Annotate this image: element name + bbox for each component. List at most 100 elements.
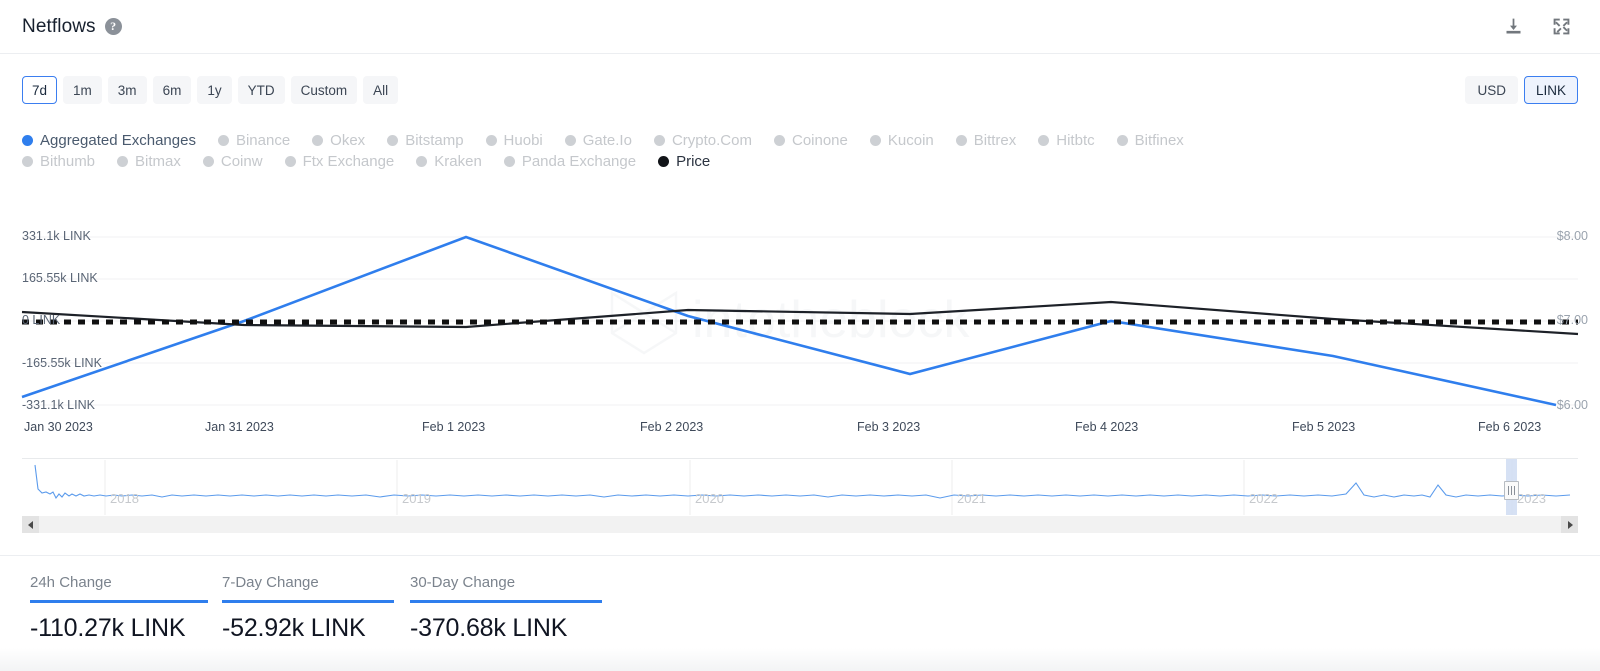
main-chart[interactable]: intotheblock 331.1k LINK 165.55k LINK 0 … — [0, 215, 1600, 445]
legend-item-bithumb[interactable]: Bithumb — [22, 153, 95, 170]
navigator-year-2023: 2023 — [1517, 491, 1546, 506]
range-button-ytd[interactable]: YTD — [237, 76, 285, 104]
unit-button-link[interactable]: LINK — [1523, 76, 1578, 104]
xaxis-tick-7: Feb 6 2023 — [1478, 420, 1542, 434]
stat-value: -52.92k LINK — [222, 613, 366, 642]
legend-item-bitstamp[interactable]: Bitstamp — [387, 132, 464, 149]
range-button-1y[interactable]: 1y — [197, 76, 232, 104]
xaxis-tick-0: Jan 30 2023 — [24, 420, 93, 434]
legend-item-binance[interactable]: Binance — [217, 132, 290, 149]
legend-item-hitbtc[interactable]: Hitbtc — [1038, 132, 1095, 149]
stat-value: -370.68k LINK — [410, 613, 568, 642]
legend-label: Bitstamp — [405, 132, 464, 149]
legend-dot-icon — [503, 156, 515, 167]
unit-toggle: USD LINK — [1465, 76, 1578, 104]
download-icon[interactable] — [1496, 10, 1530, 44]
svg-text:intotheblock: intotheblock — [692, 291, 971, 349]
legend-label: Ftx Exchange — [302, 153, 395, 170]
xaxis-tick-2: Feb 1 2023 — [422, 420, 486, 434]
legend-dot-icon — [387, 135, 399, 146]
legend-item-coinone[interactable]: Coinone — [773, 132, 848, 149]
yaxis-right-tick-0: $8.00 — [1556, 229, 1588, 243]
range-button-1m[interactable]: 1m — [63, 76, 102, 104]
legend-item-coinw[interactable]: Coinw — [202, 153, 263, 170]
yaxis-left-tick-2: 0 LINK — [22, 313, 61, 327]
legend-dot-icon — [217, 135, 229, 146]
legend-dot-icon — [955, 135, 967, 146]
legend-dot-icon — [773, 135, 785, 146]
yaxis-left-tick-0: 331.1k LINK — [22, 229, 91, 243]
range-button-custom[interactable]: Custom — [290, 76, 358, 104]
legend-dot-icon — [117, 156, 129, 167]
legend-label: Bithumb — [40, 153, 96, 170]
yaxis-left-tick-1: 165.55k LINK — [22, 271, 98, 285]
legend-label: Kucoin — [887, 132, 934, 149]
legend-label: Aggregated Exchanges — [40, 132, 196, 149]
legend-label: Kraken — [434, 153, 482, 170]
legend-dot-icon — [485, 135, 497, 146]
legend-item-kucoin[interactable]: Kucoin — [869, 132, 934, 149]
legend-dot-icon — [284, 156, 296, 167]
question-mark-icon[interactable]: ? — [104, 18, 122, 35]
legend-item-huobi[interactable]: Huobi — [485, 132, 543, 149]
netflows-chart-panel: Netflows ? 7d 1m 3m 6m 1y YTD Custom All USD LIN… — [0, 0, 1600, 671]
yaxis-left-tick-4: -331.1k LINK — [22, 398, 95, 412]
xaxis-tick-1: Jan 31 2023 — [205, 420, 274, 434]
range-button-7d[interactable]: 7d — [22, 76, 58, 104]
scrollbar-track[interactable] — [39, 516, 1561, 533]
xaxis: Jan 30 2023 Jan 31 2023 Feb 1 2023 Feb 2 20… — [0, 420, 1600, 444]
legend-label: Bitmax — [135, 153, 181, 170]
legend-label: Bitfinex — [1134, 132, 1184, 149]
navigator-resize-grip[interactable] — [1504, 481, 1519, 500]
navigator-preview[interactable]: 2018 2019 2020 2021 2022 2023 — [22, 458, 1578, 515]
legend-label: Coinw — [220, 153, 263, 170]
legend-item-price[interactable]: Price — [658, 153, 710, 170]
legend-dot-icon — [658, 156, 670, 167]
stat-underline — [410, 600, 602, 603]
legend-item-bittrex[interactable]: Bittrex — [955, 132, 1017, 149]
legend-item-panda-exchange[interactable]: Panda Exchange — [503, 153, 637, 170]
navigator-year-2021: 2021 — [957, 491, 986, 506]
chart-legend: Aggregated Exchanges Binance Okex Bitstamp H… — [22, 130, 1562, 172]
legend-dot-icon — [653, 135, 665, 146]
xaxis-tick-3: Feb 2 2023 — [640, 420, 704, 434]
range-button-6m[interactable]: 6m — [152, 76, 192, 104]
legend-dot-icon — [1038, 135, 1050, 146]
xaxis-tick-5: Feb 4 2023 — [1075, 420, 1139, 434]
unit-button-usd[interactable]: USD — [1465, 76, 1518, 104]
fullscreen-icon[interactable] — [1544, 10, 1578, 44]
panel-header: Netflows ? — [0, 0, 1600, 54]
range-button-all[interactable]: All — [363, 76, 399, 104]
navigator-scrollbar[interactable] — [22, 516, 1578, 533]
legend-label: Hitbtc — [1056, 132, 1095, 149]
navigator-year-2018: 2018 — [110, 491, 139, 506]
navigator-year-2020: 2020 — [695, 491, 724, 506]
legend-label: Bittrex — [973, 132, 1017, 149]
legend-label: Panda Exchange — [521, 153, 637, 170]
legend-dot-icon — [202, 156, 214, 167]
legend-item-gate-io[interactable]: Gate.Io — [564, 132, 632, 149]
navigator-sparkline — [34, 460, 1571, 515]
legend-label: Coinone — [791, 132, 848, 149]
chart-navigator[interactable]: 2018 2019 2020 2021 2022 2023 — [22, 458, 1578, 538]
legend-item-bitfinex[interactable]: Bitfinex — [1116, 132, 1184, 149]
arrow-left-icon[interactable] — [22, 516, 39, 533]
legend-dot-icon — [312, 135, 324, 146]
legend-dot-icon — [564, 135, 576, 146]
legend-item-aggregated-exchanges[interactable]: Aggregated Exchanges — [22, 132, 196, 149]
stat-card-7-day-change: 7-Day Change -52.92k LINK — [222, 574, 394, 643]
legend-item-crypto-com[interactable]: Crypto.Com — [653, 132, 752, 149]
legend-dot-icon — [22, 135, 33, 146]
legend-item-okex[interactable]: Okex — [312, 132, 365, 149]
arrow-right-icon[interactable] — [1561, 516, 1578, 533]
legend-item-kraken[interactable]: Kraken — [416, 153, 482, 170]
stat-label: 24h Change — [30, 574, 112, 591]
legend-item-bitmax[interactable]: Bitmax — [117, 153, 181, 170]
stat-label: 30-Day Change — [410, 574, 516, 591]
range-button-3m[interactable]: 3m — [107, 76, 147, 104]
navigator-year-2022: 2022 — [1249, 491, 1278, 506]
stat-value: -110.27k LINK — [30, 613, 186, 642]
legend-label: Okex — [330, 132, 366, 149]
legend-item-ftx-exchange[interactable]: Ftx Exchange — [284, 153, 395, 170]
bottom-fade — [0, 648, 1600, 671]
